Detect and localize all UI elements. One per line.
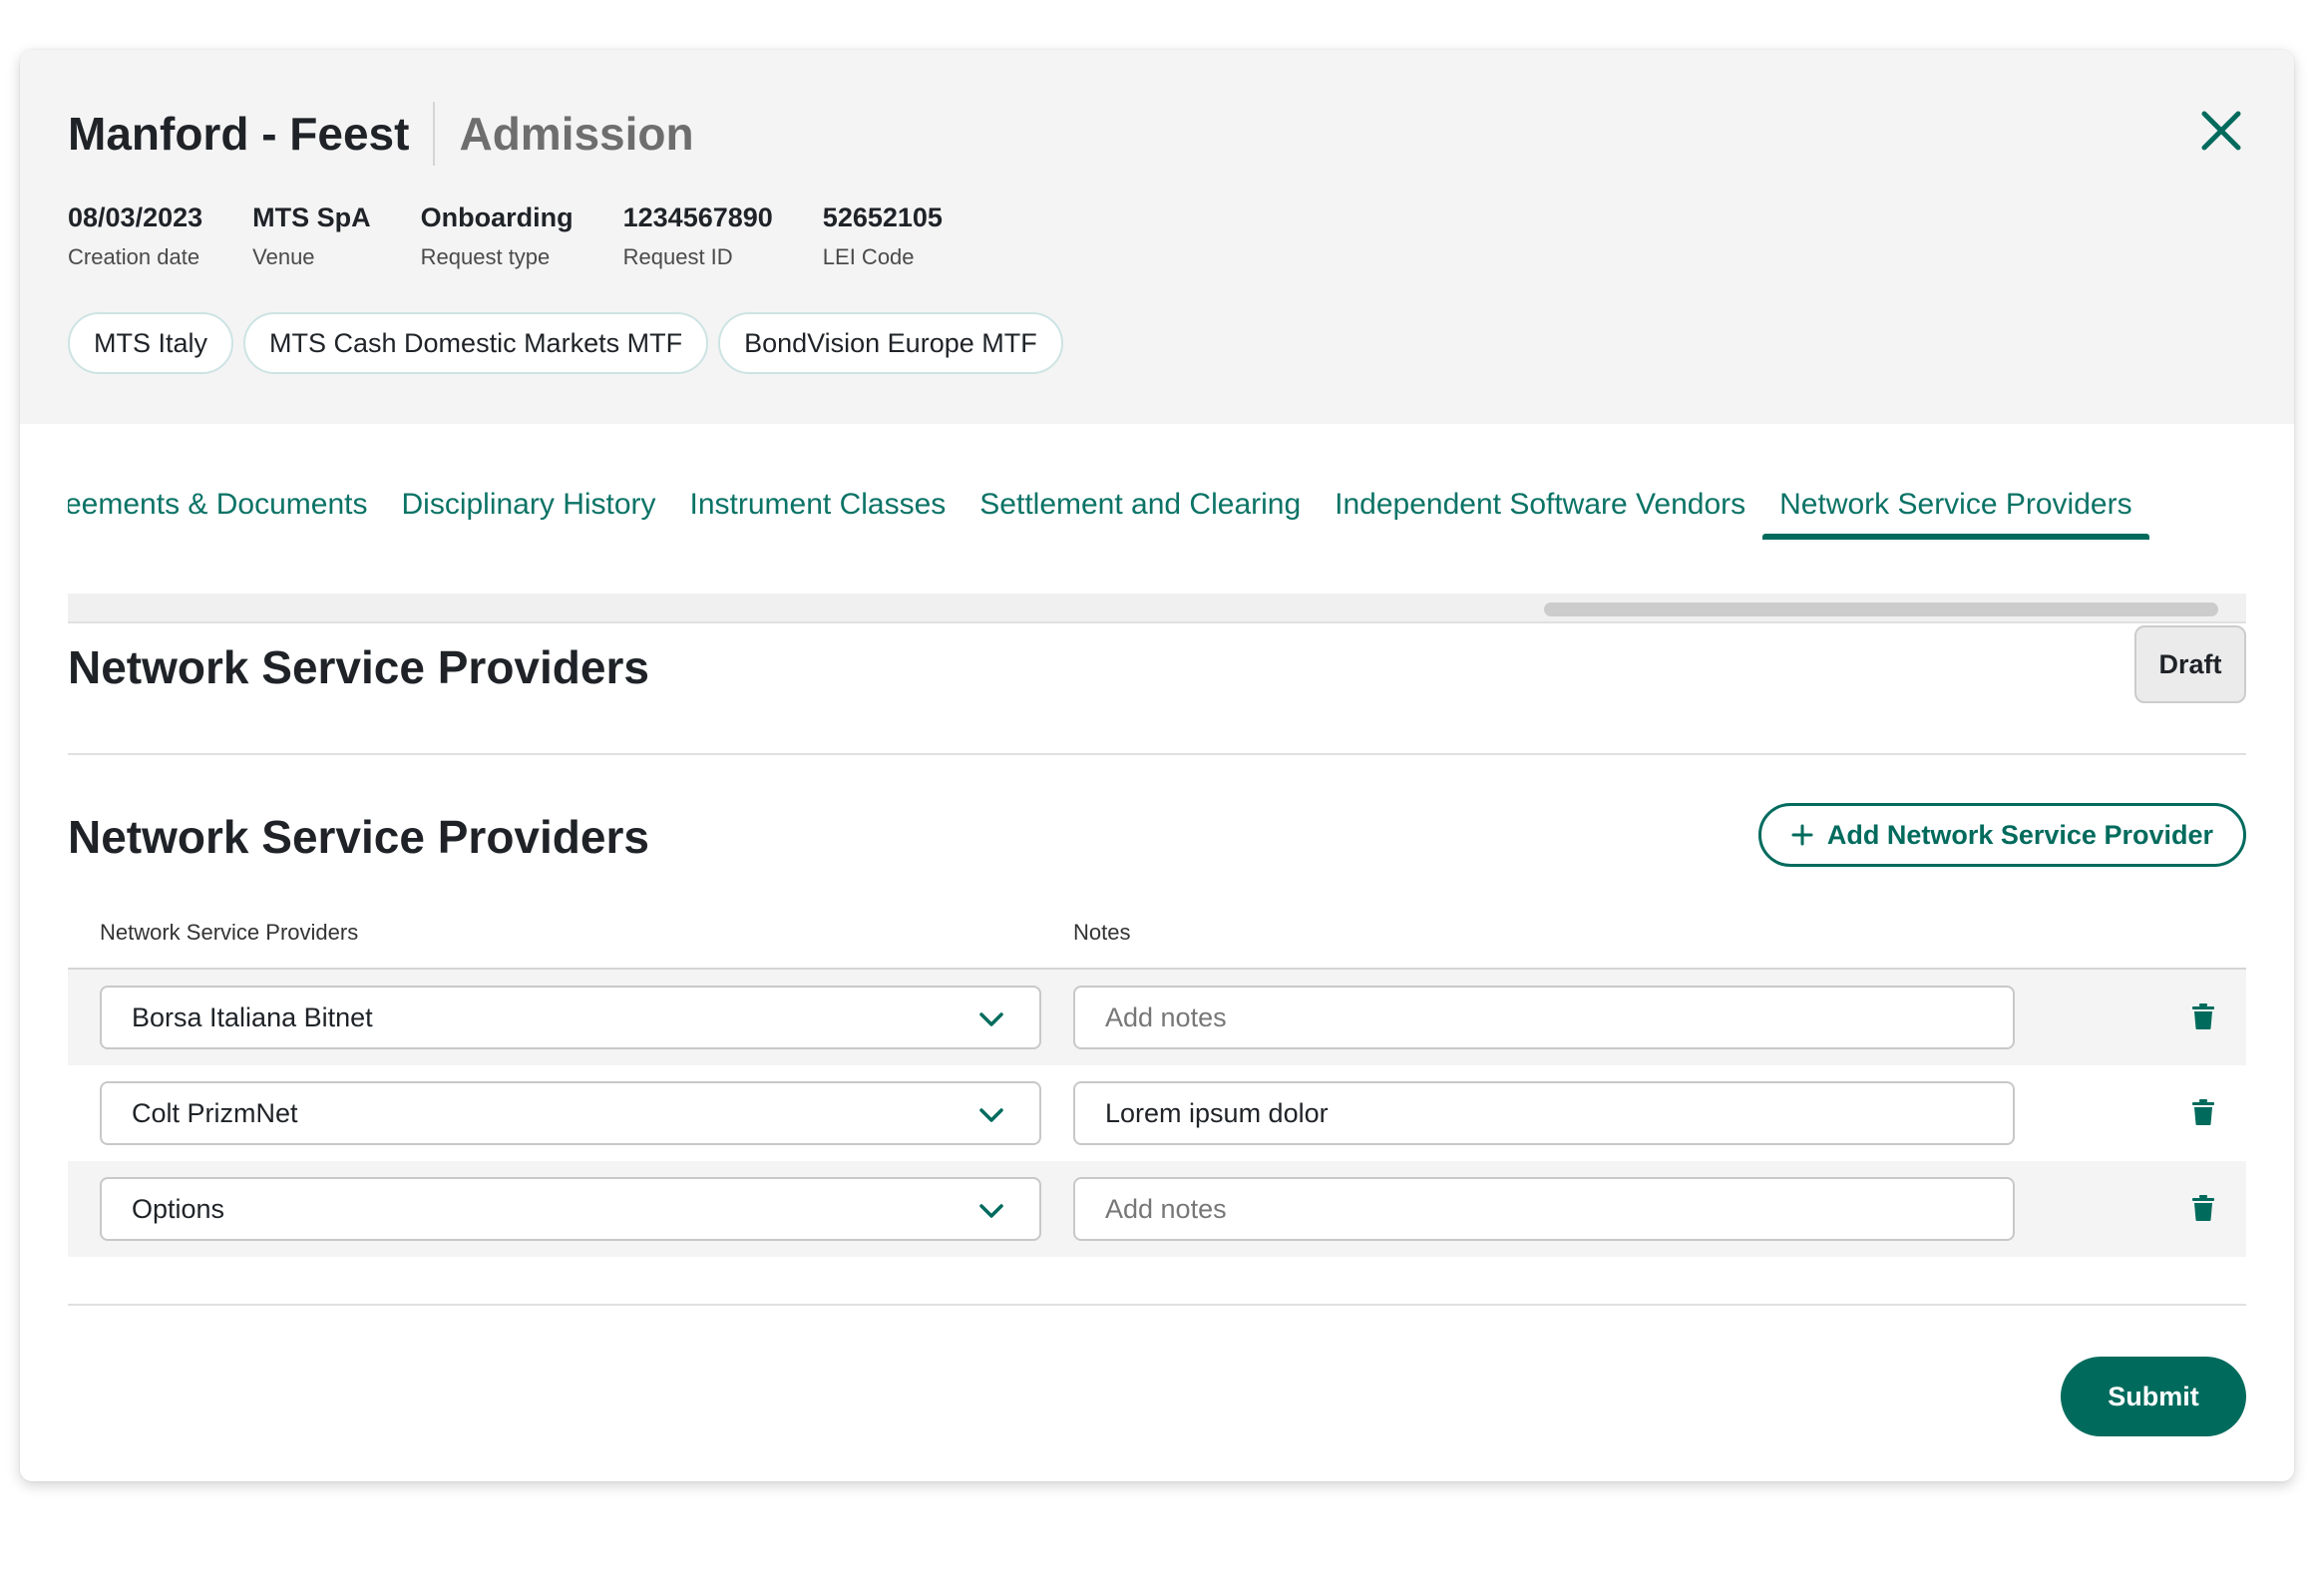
notes-input[interactable]	[1073, 986, 2015, 1049]
chevron-down-icon	[979, 1012, 1003, 1026]
market-chip: MTS Italy	[68, 312, 234, 374]
market-chip: MTS Cash Domestic Markets MTF	[243, 312, 709, 374]
market-chips: MTS Italy MTS Cash Domestic Markets MTF …	[68, 312, 1063, 374]
table-row: Options	[68, 1161, 2246, 1257]
tab-settlement-clearing[interactable]: Settlement and Clearing	[963, 474, 1318, 540]
table-row: Colt PrizmNet	[68, 1065, 2246, 1161]
table-row: Borsa Italiana Bitnet	[68, 970, 2246, 1065]
add-button-label: Add Network Service Provider	[1826, 819, 2213, 850]
modal-header: Manford - Feest Admission 08/03/2023 Cre…	[20, 50, 2294, 424]
tab-independent-software-vendors[interactable]: Independent Software Vendors	[1318, 474, 1762, 540]
section-divider	[68, 753, 2246, 755]
provider-select-value: Borsa Italiana Bitnet	[132, 1001, 373, 1032]
tab-scrollbar-thumb[interactable]	[1544, 602, 2218, 616]
meta-request-type: Onboarding Request type	[420, 202, 574, 269]
subsection-title: Network Service Providers	[68, 811, 649, 863]
delete-row-button[interactable]	[2192, 1099, 2214, 1125]
section-title: Network Service Providers	[68, 641, 649, 693]
trash-icon	[2192, 1003, 2214, 1029]
meta-request-id: 1234567890 Request ID	[622, 202, 773, 269]
status-badge: Draft	[2134, 625, 2246, 703]
tab-bar: eements & Documents Disciplinary History…	[68, 474, 2246, 574]
plus-icon	[1791, 824, 1813, 846]
tab-agreements-documents[interactable]: eements & Documents	[68, 474, 384, 540]
meta-lei-code: 52652105 LEI Code	[822, 202, 943, 269]
tab-scrollbar[interactable]	[68, 594, 2246, 623]
meta-creation-date: 08/03/2023 Creation date	[68, 202, 203, 269]
provider-select[interactable]: Colt PrizmNet	[100, 1081, 1041, 1145]
footer-divider	[68, 1304, 2246, 1306]
provider-select-value: Options	[132, 1193, 225, 1224]
tab-instrument-classes[interactable]: Instrument Classes	[673, 474, 964, 540]
chevron-down-icon	[979, 1108, 1003, 1122]
column-header-providers: Network Service Providers	[100, 920, 359, 945]
submit-button[interactable]: Submit	[2061, 1357, 2246, 1436]
page-subtitle: Admission	[459, 108, 694, 160]
tab-network-service-providers[interactable]: Network Service Providers	[1762, 474, 2150, 540]
trash-icon	[2192, 1099, 2214, 1125]
chevron-down-icon	[979, 1204, 1003, 1218]
title-row: Manford - Feest Admission	[68, 102, 694, 166]
close-icon	[2201, 111, 2241, 151]
delete-row-button[interactable]	[2192, 1003, 2214, 1029]
admission-modal: Manford - Feest Admission 08/03/2023 Cre…	[20, 50, 2294, 1481]
add-network-service-provider-button[interactable]: Add Network Service Provider	[1757, 803, 2246, 867]
market-chip: BondVision Europe MTF	[718, 312, 1063, 374]
title-divider	[433, 102, 436, 166]
page-title: Manford - Feest	[68, 108, 410, 160]
request-meta: 08/03/2023 Creation date MTS SpA Venue O…	[68, 200, 992, 275]
provider-select[interactable]: Options	[100, 1177, 1041, 1241]
column-header-notes: Notes	[1073, 920, 1131, 945]
notes-input[interactable]	[1073, 1177, 2015, 1241]
provider-select[interactable]: Borsa Italiana Bitnet	[100, 986, 1041, 1049]
meta-venue: MTS SpA Venue	[252, 202, 371, 269]
notes-input[interactable]	[1073, 1081, 2015, 1145]
provider-select-value: Colt PrizmNet	[132, 1097, 298, 1128]
tab-track: eements & Documents Disciplinary History…	[68, 474, 2150, 540]
tab-disciplinary-history[interactable]: Disciplinary History	[384, 474, 672, 540]
trash-icon	[2192, 1195, 2214, 1221]
close-button[interactable]	[2198, 108, 2244, 154]
delete-row-button[interactable]	[2192, 1195, 2214, 1221]
